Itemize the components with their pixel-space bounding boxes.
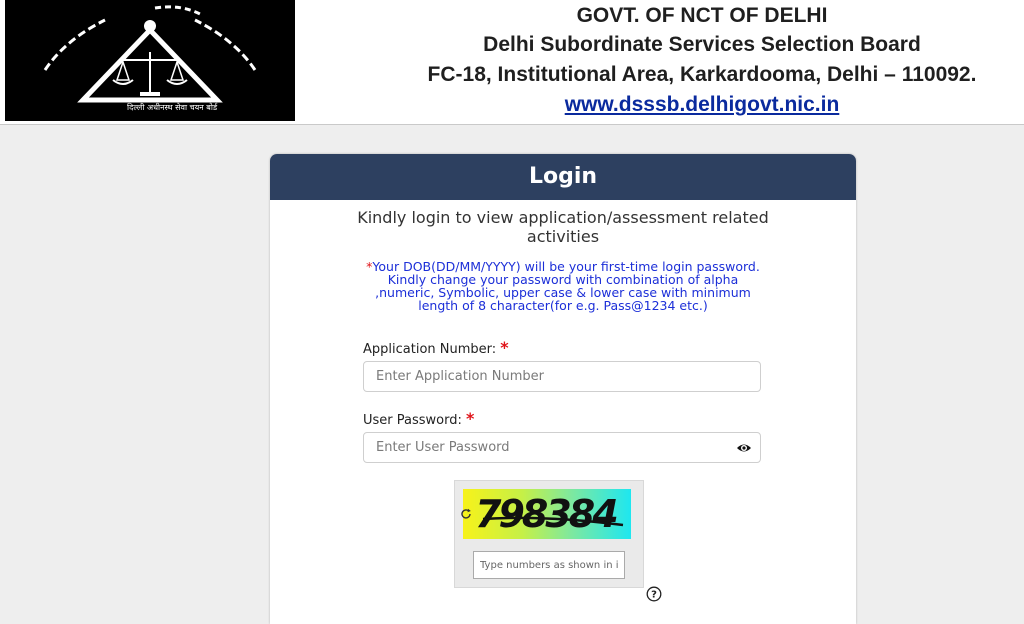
board-name: Delhi Subordinate Services Selection Boa…: [483, 33, 921, 56]
dsssb-logo: दिल्ली अधीनस्थ सेवा चयन बोर्ड: [5, 0, 295, 121]
svg-text:?: ?: [651, 590, 657, 601]
organization-block: GOVT. OF NCT OF DELHI Delhi Subordinate …: [380, 0, 1024, 120]
note-text: Your DOB(DD/MM/YYYY) will be your first-…: [372, 259, 760, 313]
captcha-input[interactable]: [473, 551, 625, 579]
user-password-input[interactable]: [363, 432, 761, 463]
user-password-label: User Password: *: [363, 409, 475, 428]
board-address: FC-18, Institutional Area, Karkardooma, …: [427, 63, 977, 86]
password-note: *Your DOB(DD/MM/YYYY) will be your first…: [358, 260, 768, 312]
application-number-label: Application Number: *: [363, 338, 509, 357]
captcha-box: 798384: [454, 480, 644, 588]
refresh-icon[interactable]: [460, 508, 472, 520]
captcha-strike-line: [482, 516, 624, 527]
logo-caption: दिल्ली अधीनस्थ सेवा चयन बोर्ड: [127, 102, 218, 112]
required-mark: *: [500, 338, 509, 357]
login-intro: Kindly login to view application/assessm…: [357, 208, 769, 246]
website-link[interactable]: www.dsssb.delhigovt.nic.in: [380, 90, 1024, 120]
eye-icon[interactable]: [736, 440, 752, 456]
login-card: Login Kindly login to view application/a…: [270, 154, 856, 624]
help-icon[interactable]: ?: [646, 586, 662, 602]
login-title: Login: [270, 154, 856, 200]
site-header: दिल्ली अधीनस्थ सेवा चयन बोर्ड GOVT. OF N…: [0, 0, 1024, 125]
captcha-image: 798384: [463, 489, 631, 539]
govt-title: GOVT. OF NCT OF DELHI: [576, 4, 828, 27]
required-mark: *: [466, 409, 475, 428]
application-number-input[interactable]: [363, 361, 761, 392]
